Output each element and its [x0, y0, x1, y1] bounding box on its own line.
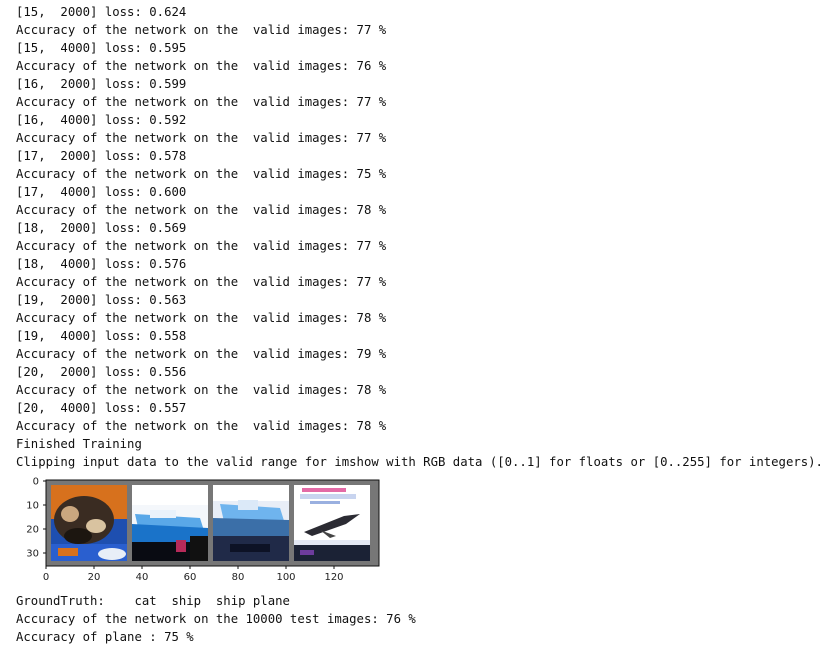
log-line: Accuracy of the network on the valid ima… [16, 203, 387, 217]
log-line: [19, 2000] loss: 0.563 [16, 293, 187, 307]
output-line: Accuracy of the network on the 10000 tes… [16, 612, 416, 626]
tile-ship-image-2 [213, 485, 289, 561]
log-line: Accuracy of the network on the valid ima… [16, 23, 387, 37]
output-line: Accuracy of plane : 75 % [16, 630, 194, 644]
log-line: Accuracy of the network on the valid ima… [16, 131, 387, 145]
tile-plane-image [294, 485, 370, 561]
x-tick-label: 100 [276, 572, 295, 583]
log-line: [19, 4000] loss: 0.558 [16, 329, 187, 343]
evaluation-output: GroundTruth: cat ship ship plane Accuracy… [16, 592, 416, 646]
log-line: [16, 4000] loss: 0.592 [16, 113, 187, 127]
log-line: Accuracy of the network on the valid ima… [16, 311, 387, 325]
x-axis: 0 20 40 60 80 100 120 [43, 566, 344, 583]
output-line: GroundTruth: cat ship ship plane [16, 594, 290, 608]
y-axis: 0 10 20 30 [26, 477, 46, 560]
training-log-output: [15, 2000] loss: 0.624 Accuracy of the ne… [16, 3, 823, 471]
log-line: Accuracy of the network on the valid ima… [16, 95, 387, 109]
log-line: [17, 2000] loss: 0.578 [16, 149, 187, 163]
tile-cat-image [51, 485, 127, 561]
log-line: [18, 4000] loss: 0.576 [16, 257, 187, 271]
image-grid-figure: 0 10 20 30 0 20 40 60 80 100 120 [26, 477, 380, 583]
log-line: Accuracy of the network on the valid ima… [16, 239, 387, 253]
log-line: Accuracy of the network on the valid ima… [16, 275, 387, 289]
log-line: [16, 2000] loss: 0.599 [16, 77, 187, 91]
y-tick-label: 10 [26, 501, 39, 512]
y-tick-label: 30 [26, 549, 39, 560]
log-line: Clipping input data to the valid range f… [16, 455, 823, 469]
log-line: Accuracy of the network on the valid ima… [16, 167, 387, 181]
log-line: Accuracy of the network on the valid ima… [16, 59, 387, 73]
x-tick-label: 60 [184, 572, 197, 583]
y-tick-label: 20 [26, 525, 39, 536]
log-line: [20, 4000] loss: 0.557 [16, 401, 187, 415]
x-tick-label: 80 [232, 572, 245, 583]
x-tick-label: 40 [136, 572, 149, 583]
x-tick-label: 120 [324, 572, 343, 583]
x-tick-label: 20 [88, 572, 101, 583]
log-line: Accuracy of the network on the valid ima… [16, 383, 387, 397]
log-line: Finished Training [16, 437, 142, 451]
log-line: [15, 2000] loss: 0.624 [16, 5, 187, 19]
log-line: Accuracy of the network on the valid ima… [16, 419, 387, 433]
log-line: [18, 2000] loss: 0.569 [16, 221, 187, 235]
tile-ship-image-1 [132, 485, 208, 561]
y-tick-label: 0 [33, 477, 39, 488]
log-line: [15, 4000] loss: 0.595 [16, 41, 187, 55]
x-tick-label: 0 [43, 572, 49, 583]
log-line: [17, 4000] loss: 0.600 [16, 185, 187, 199]
log-line: Accuracy of the network on the valid ima… [16, 347, 387, 361]
log-line: [20, 2000] loss: 0.556 [16, 365, 187, 379]
